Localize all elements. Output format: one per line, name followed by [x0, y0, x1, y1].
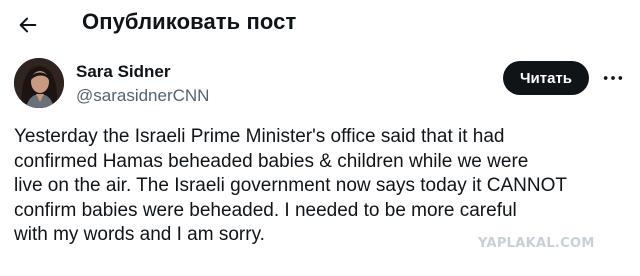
header-bar: Опубликовать пост — [0, 0, 640, 50]
author-name[interactable]: Sara Sidner — [76, 62, 171, 82]
post-text: Yesterday the Israeli Prime Minister's o… — [14, 125, 629, 248]
avatar-photo-icon — [14, 58, 64, 108]
post-line: live on the air. The Israeli government … — [14, 175, 568, 197]
watermark: YAPLAKAL.COM — [478, 236, 595, 251]
post-page: Опубликовать пост Sara Sidner @sarasidne… — [0, 0, 640, 276]
avatar[interactable] — [14, 58, 64, 108]
post-line: confirmed Hamas beheaded babies & childr… — [14, 150, 529, 172]
back-button[interactable] — [12, 9, 44, 41]
arrow-left-icon — [19, 17, 37, 33]
author-handle[interactable]: @sarasidnerCNN — [76, 86, 209, 106]
post-line: confirm babies were beheaded. I needed t… — [14, 199, 517, 221]
follow-button[interactable]: Читать — [503, 61, 589, 95]
more-button[interactable] — [596, 61, 630, 95]
more-horizontal-icon — [603, 76, 623, 80]
post-line: Yesterday the Israeli Prime Minister's o… — [14, 126, 505, 147]
page-title: Опубликовать пост — [82, 9, 297, 34]
